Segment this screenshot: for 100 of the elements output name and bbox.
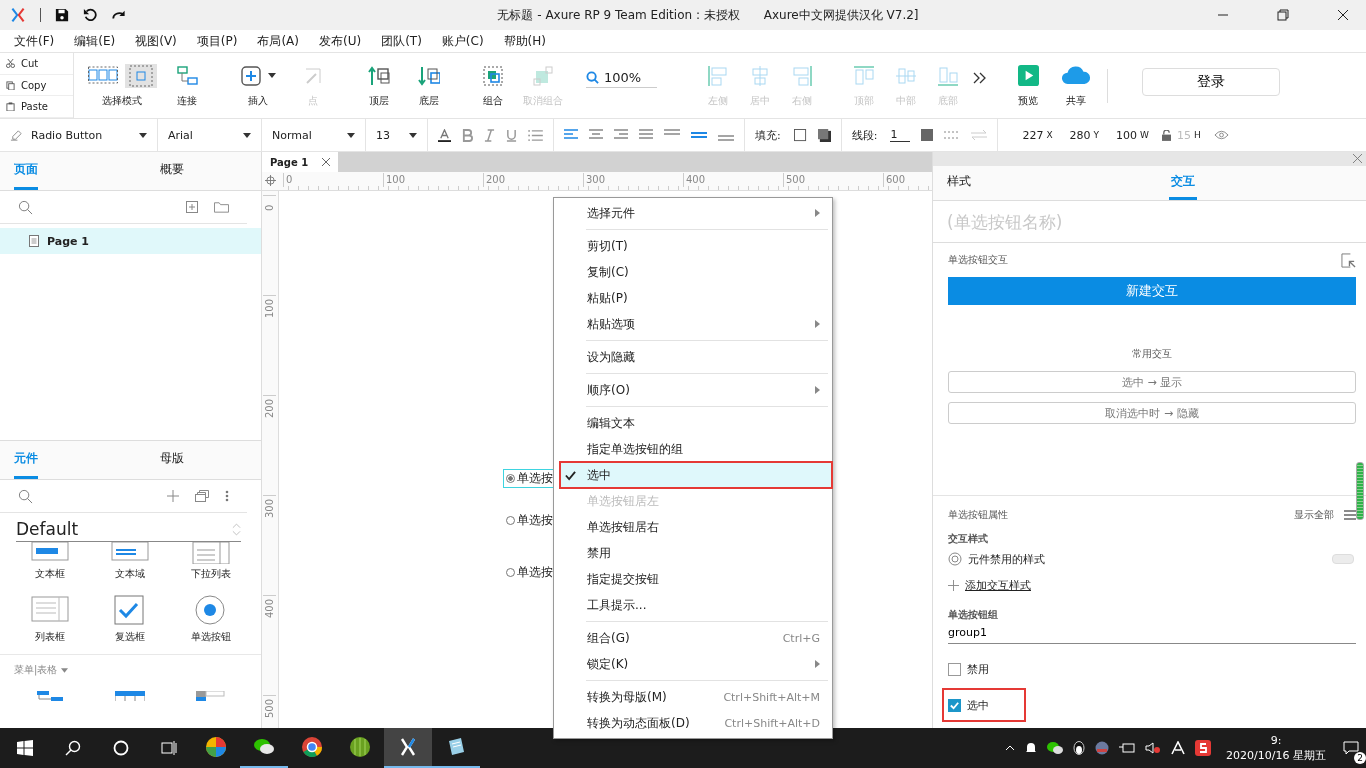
radio-button[interactable]: 单选按 [503,563,556,582]
menu-widget-icon[interactable] [35,691,66,701]
circle-icon[interactable] [113,740,129,756]
checkbox-label[interactable]: 禁用 [967,661,989,677]
menu-item[interactable]: 设为隐藏 [554,344,832,370]
menu-item[interactable]: 帮助(H) [493,32,556,50]
widget-item[interactable]: 文本域 [90,542,171,581]
toolbar-button[interactable]: 插入 [228,63,288,108]
taskbar-app[interactable] [384,728,432,768]
task-view-icon[interactable] [161,740,177,756]
widget-item[interactable]: 单选按钮 [170,595,251,644]
menu-item[interactable]: 文件(F) [4,32,65,50]
add-style-link[interactable]: 添加交互样式 [965,577,1031,593]
tab-widget-icon[interactable] [195,691,226,701]
menu-item[interactable]: 转换为母版(M) Ctrl+Shift+Alt+M [554,684,832,710]
common-interaction-button[interactable]: 取消选中时 → 隐藏 [948,402,1356,424]
add-icon[interactable] [948,579,959,591]
font-dropdown[interactable]: Arial [158,119,262,151]
line-color-swatch[interactable] [921,129,934,141]
shadow-swatch[interactable] [817,128,831,142]
italic-icon[interactable] [484,128,495,142]
globe-icon[interactable] [1095,741,1110,755]
chevron-up-icon[interactable] [1005,745,1016,751]
font-color-icon[interactable] [438,128,451,142]
underline-icon[interactable] [506,128,517,142]
list-icon[interactable] [528,129,543,141]
menu-item[interactable]: 团队(T) [371,32,432,50]
widget-item[interactable]: 列表框 [10,595,91,644]
toolbar-button[interactable]: 组合 [468,63,518,108]
common-interaction-button[interactable]: 选中 → 显示 [948,371,1356,393]
new-interaction-button[interactable]: 新建交互 [948,277,1356,305]
menu-item[interactable]: 视图(V) [125,32,187,50]
clipboard-button[interactable]: Cut [0,53,73,75]
toolbar-button[interactable]: 底层 [404,63,454,108]
restore-icon[interactable] [1277,9,1289,21]
menu-item[interactable]: 粘贴(P) [554,285,832,311]
search-icon[interactable] [65,740,81,756]
align-text-middle-icon[interactable] [691,129,707,141]
checkbox[interactable] [948,662,961,676]
add-page-icon[interactable] [186,201,198,213]
menu-item[interactable]: 指定提交按钮 [554,566,832,592]
expand-icon[interactable] [1341,252,1356,268]
font-weight-dropdown[interactable]: Normal [262,119,366,151]
menu-item[interactable]: 布局(A) [247,32,309,50]
menu-item[interactable]: 锁定(K) [554,651,832,677]
login-button[interactable]: 登录 [1142,67,1281,96]
widget-item[interactable]: 复选框 [90,595,171,644]
menu-item[interactable]: 选择元件 [554,200,832,226]
fill-color-swatch[interactable] [793,128,807,142]
toolbar-button[interactable]: 共享 [1055,63,1098,108]
bell-icon[interactable] [1025,742,1038,754]
widget-item[interactable]: 文本框 [10,542,91,581]
font-size-dropdown[interactable]: 13 [366,119,428,151]
radio-button[interactable]: 单选按 [503,511,556,530]
menu-item[interactable]: 编辑文本 [554,410,832,436]
menu-item[interactable]: 剪切(T) [554,233,832,259]
menu-item[interactable]: 账户(C) [431,32,494,50]
menu-item[interactable]: 项目(P) [186,32,248,50]
save-icon[interactable] [55,8,69,22]
style-label[interactable]: 元件禁用的样式 [968,551,1045,567]
penguin-icon[interactable] [1073,741,1086,755]
bold-icon[interactable] [462,128,473,142]
page-tab[interactable]: Page 1 [262,152,339,172]
stack-icon[interactable] [195,490,209,502]
more-options-icon[interactable] [225,490,229,502]
clock-date[interactable]: 2020/10/16 星期五 [1226,748,1326,763]
toolbar-button[interactable]: 预览 [1007,63,1050,108]
notification-button[interactable]: 2 [1336,730,1366,766]
menu-item[interactable]: 顺序(O) [554,377,832,403]
geometry-field[interactable]: 280 [1069,128,1091,142]
menu-item[interactable]: 单选按钮居右 [554,514,832,540]
menu-item[interactable]: 禁用 [554,540,832,566]
show-all-link[interactable]: 显示全部 [1294,508,1334,522]
lock-icon[interactable] [1162,129,1171,141]
panel-tab[interactable]: 元件 [14,441,38,479]
ime-icon[interactable] [1195,740,1212,756]
align-text-center-icon[interactable] [589,129,603,141]
widget-type-dropdown[interactable]: Radio Button [0,119,158,151]
clipboard-button[interactable]: Paste [0,96,73,118]
geometry-field[interactable]: 100 [1116,128,1138,142]
menu-icon[interactable] [1344,510,1356,520]
select-contain-icon[interactable] [125,63,157,88]
checkbox[interactable] [948,698,961,712]
menu-item[interactable]: 发布(U) [309,32,372,50]
start-icon[interactable] [17,740,33,756]
folder-icon[interactable] [214,201,229,213]
menu-item[interactable]: 指定单选按钮的组 [554,436,832,462]
close-icon[interactable] [1337,9,1349,21]
speaker-muted-icon[interactable] [1145,742,1162,754]
scrollbar[interactable] [1356,462,1364,520]
chat-bubbles-icon[interactable] [1047,741,1064,755]
align-text-right-icon[interactable] [614,129,628,141]
menu-item[interactable]: 选中 [560,462,832,488]
menu-item[interactable]: 工具提示... [554,592,832,618]
crosshair-icon[interactable] [265,175,276,186]
inspector-tab[interactable]: 样式 [933,165,1169,201]
more-icon[interactable] [973,71,988,84]
clipboard-button[interactable]: Copy [0,74,73,97]
toolbar-button[interactable]: 连接 [162,63,212,108]
toolbar-button[interactable]: 顶层 [354,63,404,108]
